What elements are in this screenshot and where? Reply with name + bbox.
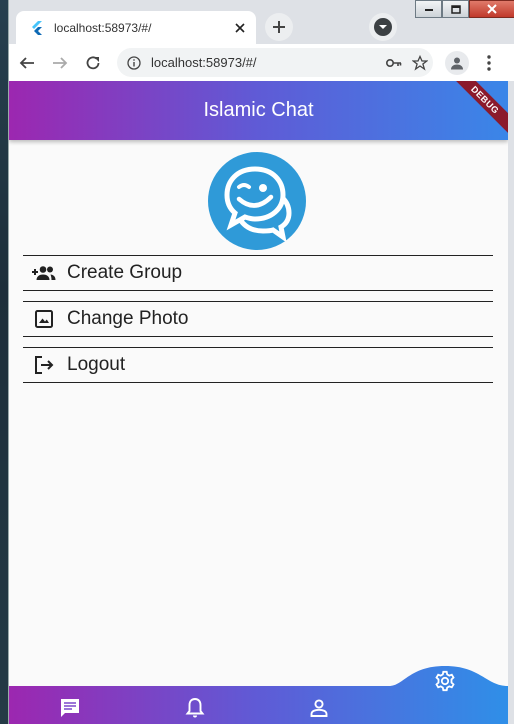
chat-logo-icon — [224, 166, 292, 241]
address-bar[interactable]: localhost:58973/#/ — [117, 48, 433, 77]
nav-chats-button[interactable] — [52, 690, 88, 724]
minimize-icon — [424, 9, 433, 11]
gear-icon — [435, 670, 455, 692]
app-title: Islamic Chat — [203, 99, 314, 121]
reload-button[interactable] — [78, 48, 108, 78]
back-icon — [19, 56, 34, 69]
forward-icon — [53, 56, 68, 69]
plus-icon — [273, 21, 285, 33]
nav-profile-button[interactable] — [301, 690, 337, 724]
create-group-button[interactable]: Create Group — [23, 255, 493, 291]
app-viewport: Islamic Chat DEBUG Create Group Change P… — [9, 81, 508, 724]
flutter-favicon — [32, 20, 42, 35]
maximize-icon — [450, 4, 461, 14]
window-close-button[interactable] — [469, 0, 514, 18]
browser-menu-button[interactable] — [477, 50, 501, 76]
browser-toolbar: localhost:58973/#/ — [9, 44, 514, 81]
back-button[interactable] — [12, 48, 42, 78]
change-photo-label: Change Photo — [67, 308, 189, 329]
forward-button[interactable] — [45, 48, 75, 78]
bell-icon — [185, 698, 205, 718]
debug-banner: DEBUG — [448, 81, 508, 137]
logout-label: Logout — [67, 354, 126, 375]
change-photo-button[interactable]: Change Photo — [23, 301, 493, 337]
app-bar: Islamic Chat DEBUG — [9, 81, 508, 140]
tab-title: localhost:58973/#/ — [54, 20, 152, 35]
bottom-navigation — [9, 664, 508, 724]
tab-search-icon — [374, 18, 392, 36]
browser-tab[interactable]: localhost:58973/#/ — [16, 11, 256, 44]
profile-icon — [451, 57, 463, 70]
group-add-icon — [31, 261, 57, 285]
chat-icon — [61, 699, 79, 717]
key-icon[interactable] — [381, 50, 407, 76]
nav-notifications-button[interactable] — [177, 690, 213, 724]
url-text[interactable]: localhost:58973/#/ — [151, 55, 381, 70]
tab-strip: localhost:58973/#/ — [9, 0, 514, 44]
profile-button[interactable] — [445, 51, 469, 75]
app-logo — [208, 152, 306, 250]
more-vert-icon — [487, 55, 491, 71]
logout-icon — [31, 353, 57, 377]
create-group-label: Create Group — [67, 262, 183, 283]
person-icon — [310, 699, 328, 717]
tab-search-button[interactable] — [369, 13, 397, 41]
new-tab-button[interactable] — [265, 13, 293, 41]
window-caption-buttons — [415, 0, 514, 18]
info-icon[interactable] — [127, 55, 141, 70]
image-icon — [31, 307, 57, 331]
logout-button[interactable]: Logout — [23, 347, 493, 383]
window-close-icon — [487, 4, 497, 14]
close-icon[interactable] — [228, 16, 252, 40]
reload-icon — [86, 55, 100, 69]
settings-menu: Create Group Change Photo Logout — [23, 255, 493, 393]
star-icon[interactable] — [407, 50, 433, 76]
minimize-button[interactable] — [415, 0, 442, 18]
nav-settings-button[interactable] — [427, 663, 463, 699]
browser-window: localhost:58973/#/ localhost:58973/#/ Is… — [8, 0, 514, 724]
maximize-button[interactable] — [442, 0, 469, 18]
